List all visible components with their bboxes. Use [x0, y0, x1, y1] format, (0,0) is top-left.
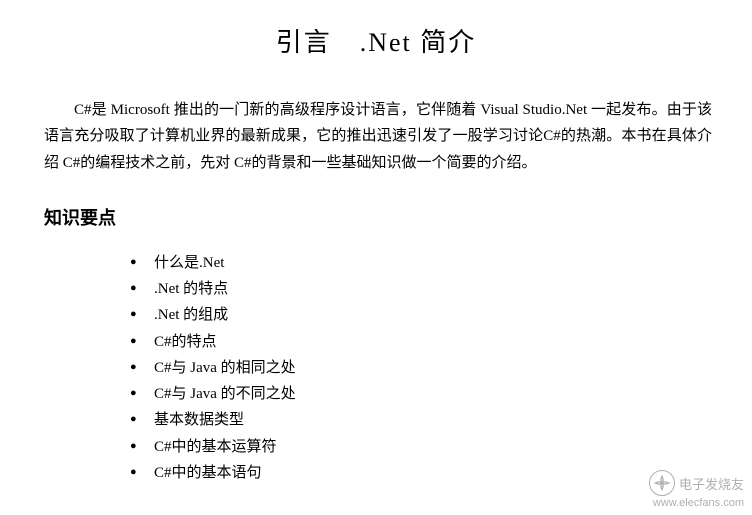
knowledge-points-list: 什么是.Net .Net 的特点 .Net 的组成 C#的特点 C#与 Java… — [0, 250, 752, 486]
fan-icon — [649, 470, 675, 496]
list-item: C#的特点 — [130, 329, 752, 355]
list-item: 基本数据类型 — [130, 407, 752, 433]
watermark-url: www.elecfans.com — [649, 497, 744, 509]
section-heading: 知识要点 — [0, 176, 752, 250]
list-item: 什么是.Net — [130, 250, 752, 276]
intro-paragraph: C#是 Microsoft 推出的一门新的高级程序设计语言，它伴随着 Visua… — [0, 97, 752, 176]
watermark: 电子发烧友 www.elecfans.com — [649, 470, 744, 509]
watermark-logo: 电子发烧友 — [649, 470, 744, 496]
list-item: C#中的基本运算符 — [130, 434, 752, 460]
watermark-brand: 电子发烧友 — [679, 474, 744, 493]
page-title: 引言 .Net 简介 — [0, 0, 752, 97]
list-item: C#与 Java 的相同之处 — [130, 355, 752, 381]
list-item: C#与 Java 的不同之处 — [130, 381, 752, 407]
list-item: .Net 的特点 — [130, 276, 752, 302]
list-item: .Net 的组成 — [130, 302, 752, 328]
